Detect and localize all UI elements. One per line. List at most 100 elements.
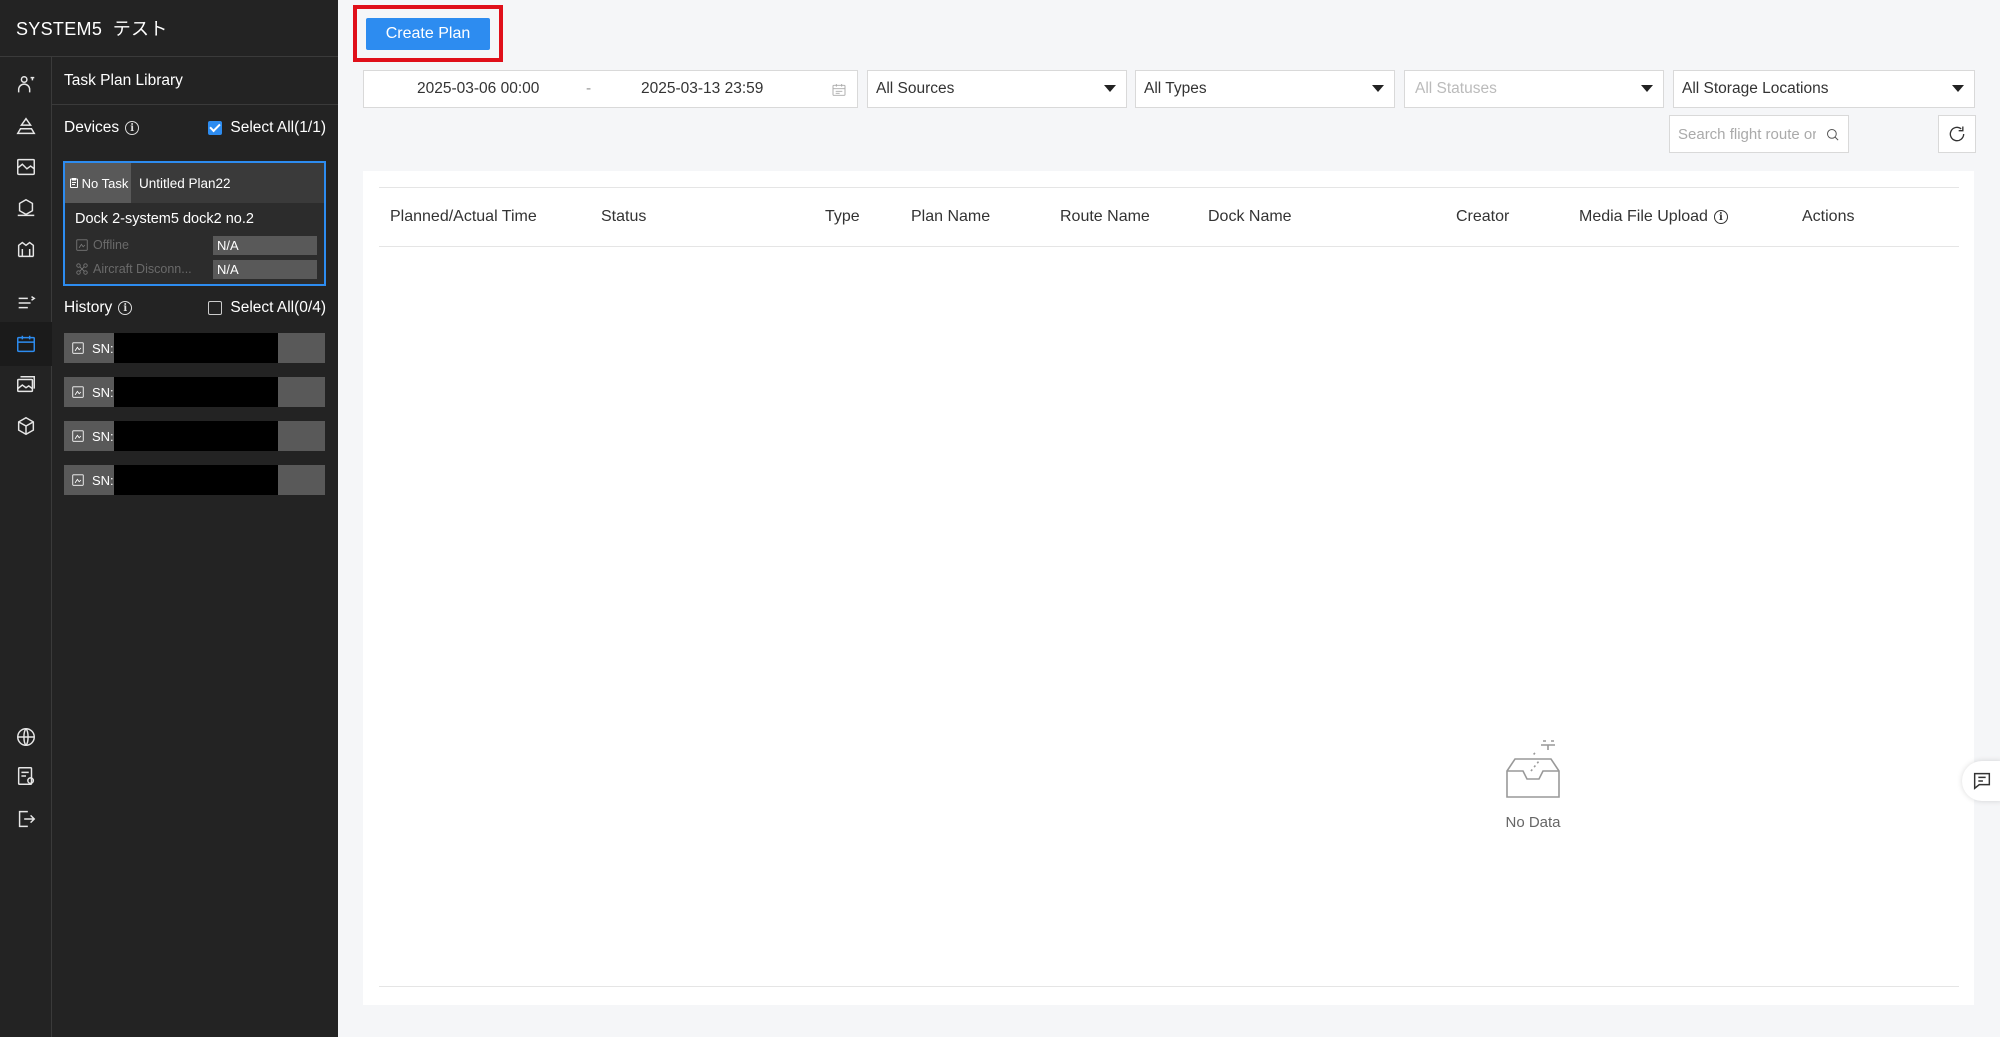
column-header-label: Type bbox=[825, 208, 860, 225]
history-label: History bbox=[64, 299, 113, 316]
image-icon bbox=[64, 385, 92, 399]
create-plan-button[interactable]: Create Plan bbox=[366, 18, 490, 50]
aircraft-status-value: N/A bbox=[213, 259, 317, 279]
dock-status-label-group: Offline bbox=[75, 238, 213, 252]
calendar-icon[interactable] bbox=[0, 322, 52, 366]
refresh-button[interactable] bbox=[1938, 115, 1976, 153]
device-plan-name: Untitled Plan22 bbox=[139, 175, 231, 191]
settings-list-icon[interactable] bbox=[0, 754, 52, 798]
device-icon[interactable] bbox=[0, 186, 52, 230]
column-header: Route Name bbox=[1060, 188, 1150, 246]
info-icon[interactable]: i bbox=[1713, 210, 1728, 224]
map-layers-icon[interactable] bbox=[0, 145, 52, 189]
app-title: SYSTEM5 テスト bbox=[16, 19, 168, 39]
route-list-icon[interactable] bbox=[0, 281, 52, 325]
history-label-group: History i bbox=[64, 299, 133, 317]
redacted-serial bbox=[114, 333, 278, 363]
dock-status-label: Offline bbox=[93, 238, 129, 252]
devices-label: Devices bbox=[64, 119, 120, 136]
column-header: Creator bbox=[1456, 188, 1509, 246]
date-separator: - bbox=[586, 80, 592, 97]
devices-select-all-checkbox[interactable]: Select All(1/1) bbox=[208, 119, 326, 137]
column-header: Dock Name bbox=[1208, 188, 1292, 246]
history-sn-label: SN: bbox=[92, 384, 114, 400]
history-item[interactable]: SN: bbox=[64, 465, 325, 495]
dock-status-icon bbox=[76, 239, 88, 251]
dock-icon[interactable] bbox=[0, 227, 52, 271]
device-card[interactable]: No Task Untitled Plan22 Dock 2-system5 d… bbox=[63, 161, 326, 286]
redacted-serial bbox=[114, 465, 278, 495]
image-icon bbox=[64, 473, 92, 487]
aircraft-status-row: Aircraft Disconn... N/A bbox=[65, 257, 324, 281]
caret-down-icon bbox=[1372, 85, 1384, 92]
column-header: Type bbox=[825, 188, 860, 246]
image-icon bbox=[64, 429, 92, 443]
sources-select[interactable]: All Sources bbox=[867, 70, 1127, 108]
info-icon[interactable]: i bbox=[118, 301, 133, 315]
search-icon[interactable] bbox=[1825, 127, 1840, 142]
info-icon[interactable]: i bbox=[125, 121, 140, 135]
column-header-label: Creator bbox=[1456, 208, 1510, 225]
media-icon[interactable] bbox=[0, 363, 52, 407]
dock-status-value: N/A bbox=[213, 235, 317, 255]
model-cube-icon[interactable] bbox=[0, 404, 52, 448]
feedback-button[interactable] bbox=[1962, 761, 2000, 801]
checkbox-checked-icon[interactable] bbox=[208, 121, 223, 135]
clipboard-icon bbox=[69, 178, 78, 188]
column-header-label: Status bbox=[601, 208, 647, 225]
column-header-label: Route Name bbox=[1060, 208, 1150, 225]
history-header: History i Select All(0/4) bbox=[52, 299, 338, 317]
create-plan-highlight: Create Plan bbox=[353, 5, 503, 62]
statuses-select[interactable]: All Statuses bbox=[1404, 70, 1664, 108]
column-header-label: Dock Name bbox=[1208, 208, 1292, 225]
history-sn-label: SN: bbox=[92, 340, 114, 356]
annotation-icon[interactable] bbox=[0, 104, 52, 148]
redacted-serial bbox=[114, 421, 278, 451]
date-range-picker[interactable]: 2025-03-06 00:00 - 2025-03-13 23:59 bbox=[363, 70, 858, 108]
history-item[interactable]: SN: bbox=[64, 421, 325, 451]
history-item[interactable]: SN: bbox=[64, 377, 325, 407]
date-end[interactable]: 2025-03-13 23:59 bbox=[641, 80, 763, 98]
column-header-label: Media File Upload bbox=[1579, 208, 1708, 225]
checkbox-unchecked-icon[interactable] bbox=[208, 301, 223, 315]
aircraft-status-label-group: Aircraft Disconn... bbox=[75, 262, 213, 276]
column-header: Media File Upload i bbox=[1579, 188, 1728, 246]
logout-icon[interactable] bbox=[0, 797, 52, 841]
caret-down-icon bbox=[1952, 85, 1964, 92]
history-item[interactable]: SN: bbox=[64, 333, 325, 363]
task-badge-label: No Task bbox=[81, 175, 129, 191]
types-select[interactable]: All Types bbox=[1135, 70, 1395, 108]
divider bbox=[379, 986, 1959, 987]
caret-down-icon bbox=[1104, 85, 1116, 92]
date-start[interactable]: 2025-03-06 00:00 bbox=[417, 80, 539, 98]
column-header-label: Actions bbox=[1802, 208, 1855, 225]
calendar-icon[interactable] bbox=[831, 82, 847, 98]
storage-select[interactable]: All Storage Locations bbox=[1673, 70, 1975, 108]
panel-title: Task Plan Library bbox=[52, 57, 338, 105]
device-card-header: No Task Untitled Plan22 bbox=[65, 163, 324, 203]
chat-icon bbox=[1973, 772, 1991, 790]
devices-select-all-label: Select All(1/1) bbox=[230, 119, 326, 136]
column-header: Planned/Actual Time bbox=[390, 188, 537, 246]
empty-text: No Data bbox=[1505, 814, 1561, 831]
table-header: Planned/Actual Time Status Type Plan Nam… bbox=[379, 187, 1959, 247]
image-icon bbox=[64, 341, 92, 355]
drone-team-icon[interactable] bbox=[0, 63, 52, 107]
statuses-value: All Statuses bbox=[1415, 80, 1497, 97]
history-select-all-checkbox[interactable]: Select All(0/4) bbox=[208, 299, 326, 317]
plan-table: Planned/Actual Time Status Type Plan Nam… bbox=[363, 171, 1974, 1005]
redacted-serial bbox=[114, 377, 278, 407]
column-header-label: Planned/Actual Time bbox=[390, 208, 537, 225]
refresh-icon bbox=[1949, 126, 1965, 142]
storage-value: All Storage Locations bbox=[1682, 80, 1829, 97]
column-header-label: Plan Name bbox=[911, 208, 991, 225]
dock-status-row: Offline N/A bbox=[65, 233, 324, 257]
sources-value: All Sources bbox=[876, 80, 955, 97]
search-input[interactable] bbox=[1678, 125, 1816, 143]
drone-icon bbox=[76, 263, 88, 275]
globe-icon[interactable] bbox=[0, 715, 52, 759]
empty-inbox-drone-icon bbox=[1506, 740, 1560, 798]
column-header: Status bbox=[601, 188, 646, 246]
history-sn-label: SN: bbox=[92, 472, 114, 488]
column-header: Plan Name bbox=[911, 188, 990, 246]
